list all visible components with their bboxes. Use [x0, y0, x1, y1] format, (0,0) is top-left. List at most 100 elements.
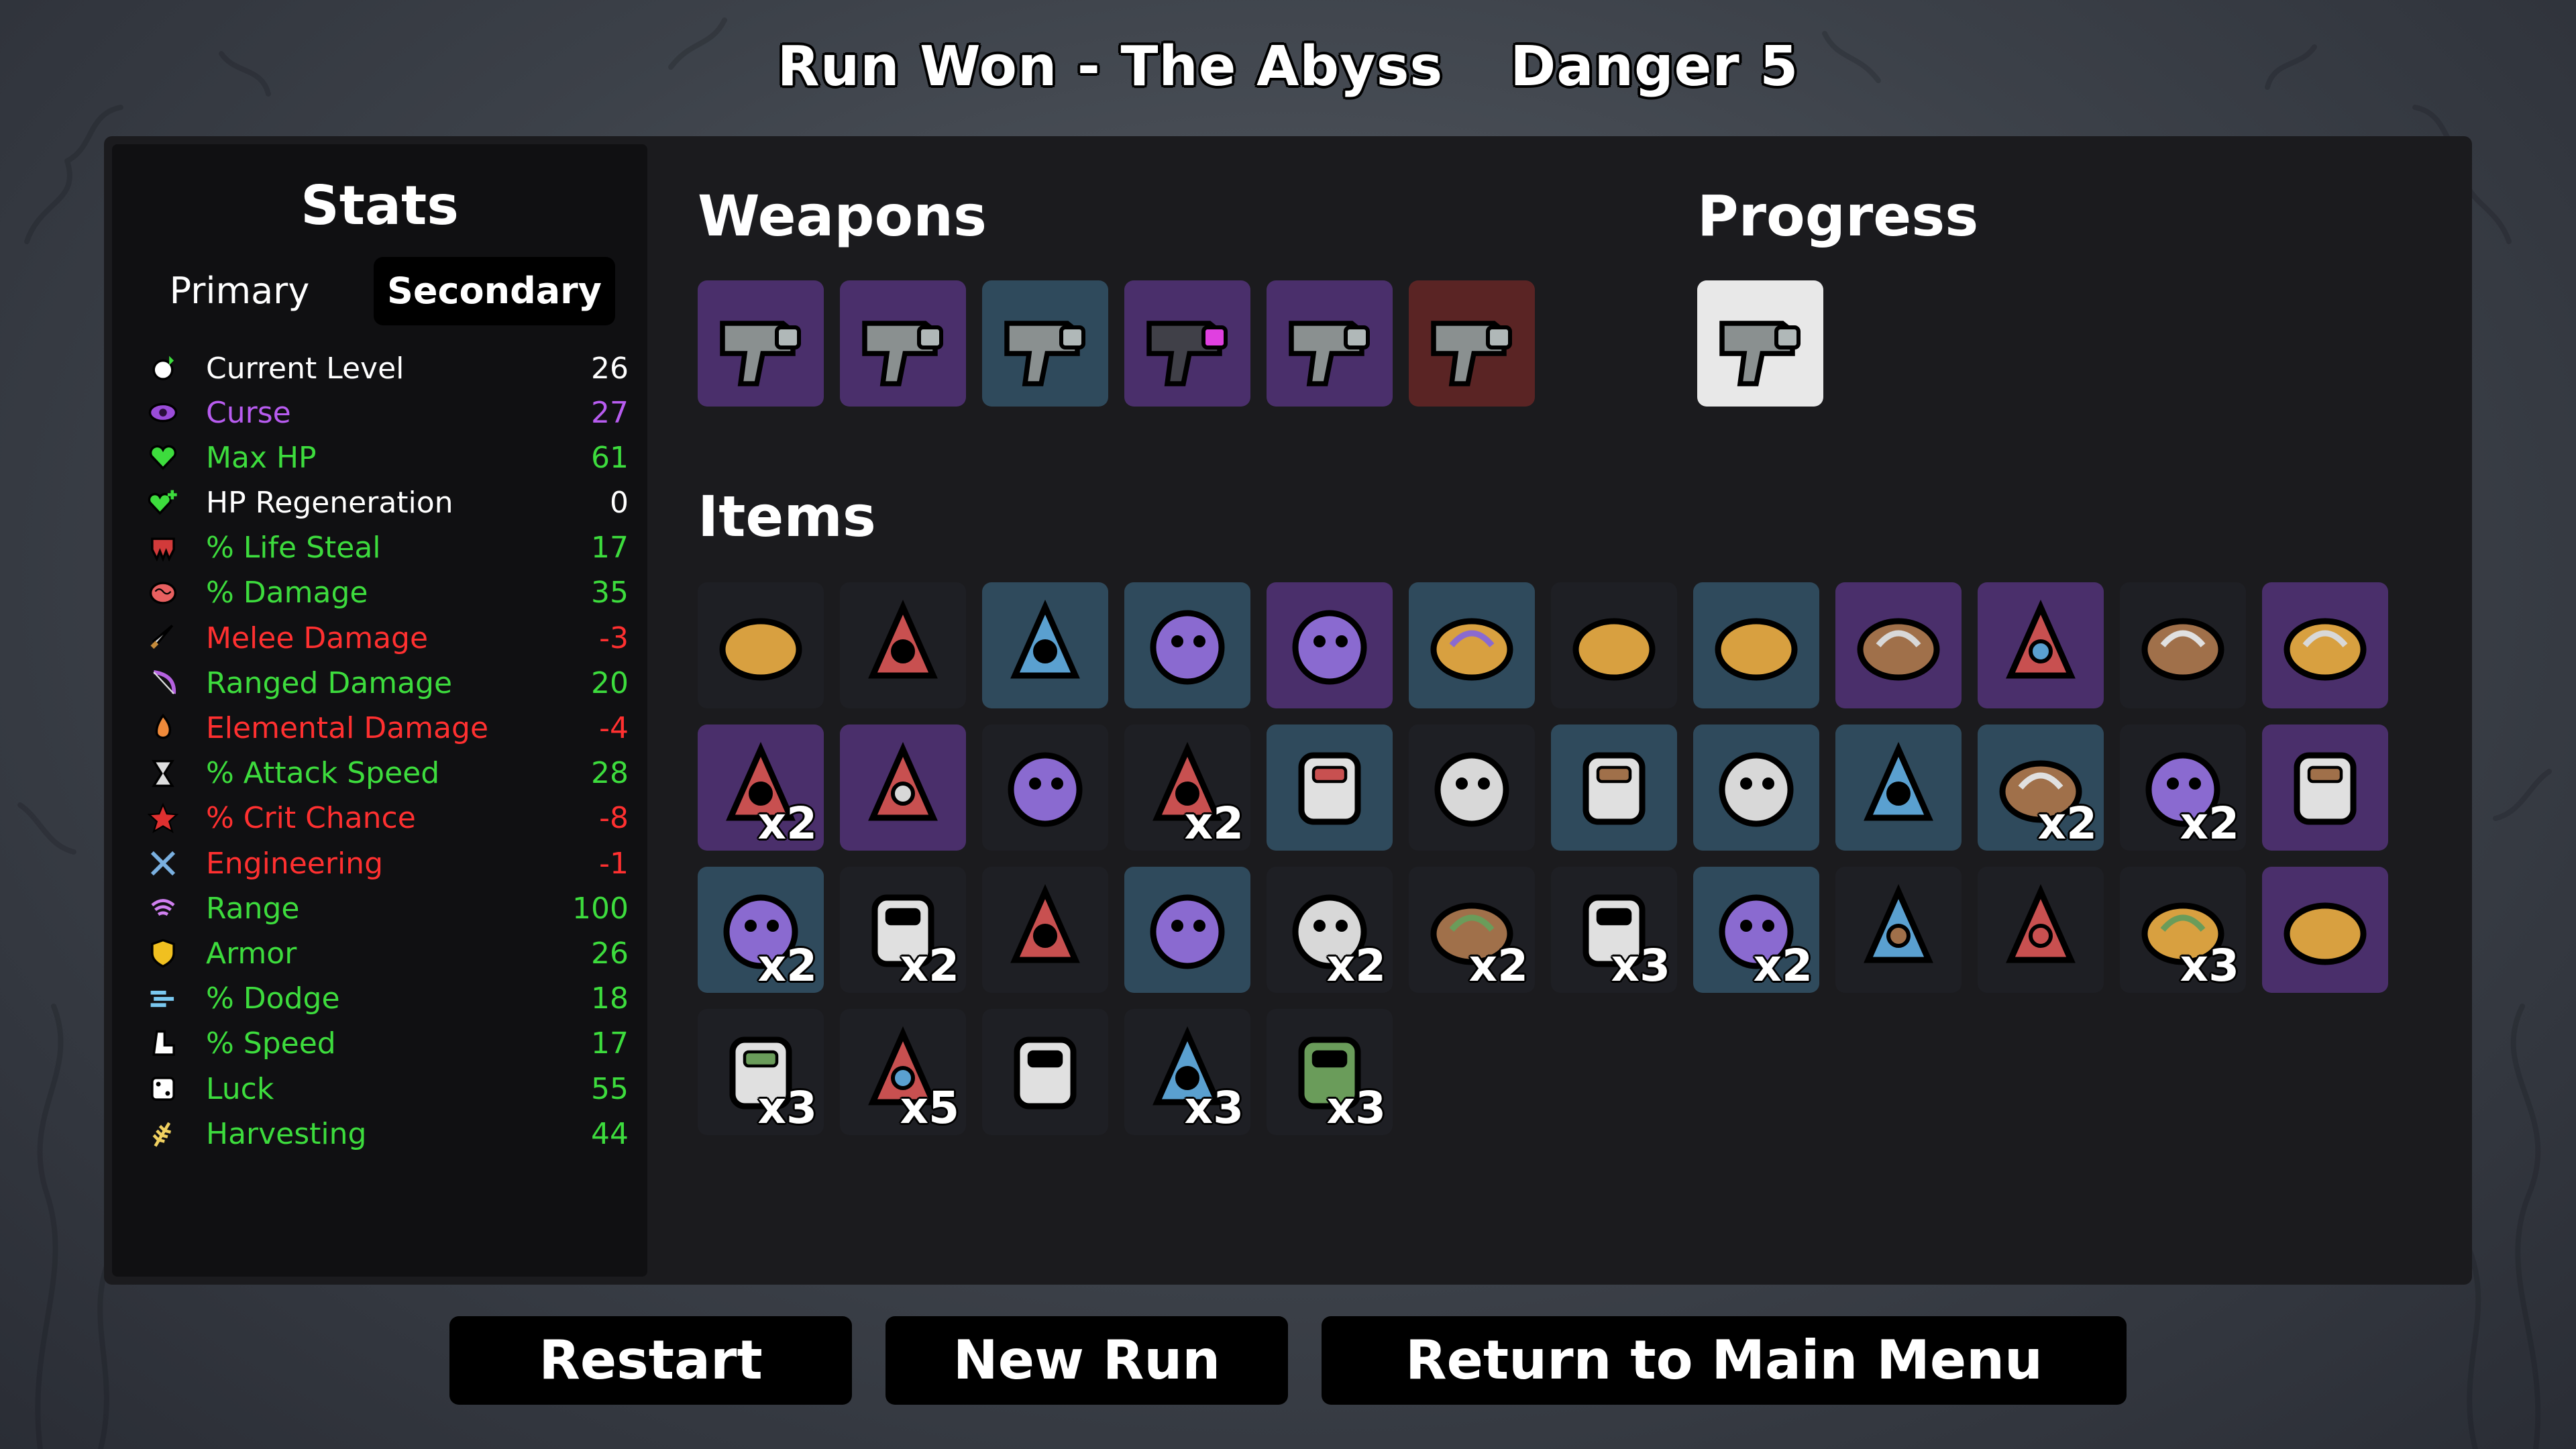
- item-slot[interactable]: [982, 724, 1108, 851]
- progress-slot[interactable]: [1697, 280, 1823, 407]
- scarf-icon: [853, 737, 953, 838]
- cracked-mirror-icon: [2275, 879, 2375, 980]
- item-slot[interactable]: [2262, 582, 2388, 708]
- weapon-slot[interactable]: [1409, 280, 1535, 407]
- item-slot[interactable]: [1124, 867, 1250, 993]
- item-slot[interactable]: x5: [840, 1009, 966, 1135]
- main-menu-button[interactable]: Return to Main Menu: [1322, 1316, 2127, 1405]
- stat-row[interactable]: Engineering -1: [146, 842, 629, 885]
- item-slot[interactable]: x2: [1409, 867, 1535, 993]
- wrench-icon: [146, 846, 180, 881]
- item-slot[interactable]: [698, 582, 824, 708]
- stat-label: % Dodge: [206, 981, 340, 1016]
- item-slot[interactable]: x2: [840, 867, 966, 993]
- item-slot[interactable]: [1551, 582, 1677, 708]
- weapon-slot[interactable]: [1124, 280, 1250, 407]
- stat-row[interactable]: Harvesting 44: [146, 1112, 629, 1155]
- leather-armor-icon: [1706, 595, 1807, 696]
- item-slot[interactable]: [1267, 582, 1393, 708]
- item-slot[interactable]: [982, 1009, 1108, 1135]
- weapon-slot[interactable]: [840, 280, 966, 407]
- run-result-header: Run Won - The Abyss Danger 5: [0, 35, 2576, 99]
- flashlight-icon: [1706, 737, 1807, 838]
- item-slot[interactable]: [982, 582, 1108, 708]
- stat-label: Ranged Damage: [206, 665, 453, 700]
- stat-label: % Attack Speed: [206, 756, 440, 791]
- stat-row[interactable]: Range 100: [146, 887, 629, 930]
- stat-row[interactable]: Melee Damage -3: [146, 616, 629, 659]
- level-up-icon: [146, 351, 180, 386]
- stat-row[interactable]: Elemental Damage -4: [146, 706, 629, 749]
- item-slot[interactable]: [1409, 724, 1535, 851]
- stat-row[interactable]: Ranged Damage 20: [146, 661, 629, 704]
- weapon-slot[interactable]: [1267, 280, 1393, 407]
- stat-row[interactable]: % Speed 17: [146, 1022, 629, 1065]
- stat-row[interactable]: % Damage 35: [146, 572, 629, 614]
- item-slot[interactable]: [2262, 724, 2388, 851]
- stat-row[interactable]: Current Level 26: [146, 347, 629, 390]
- item-quantity: x3: [1184, 1082, 1244, 1134]
- item-slot[interactable]: [1124, 582, 1250, 708]
- stat-row[interactable]: % Dodge 18: [146, 977, 629, 1020]
- stat-row[interactable]: % Attack Speed 28: [146, 752, 629, 795]
- new-run-button[interactable]: New Run: [885, 1316, 1288, 1405]
- weapon-slot[interactable]: [698, 280, 824, 407]
- item-slot[interactable]: [2120, 582, 2246, 708]
- item-slot[interactable]: [840, 582, 966, 708]
- item-slot[interactable]: x3: [2120, 867, 2246, 993]
- stat-value: 18: [591, 981, 629, 1016]
- stat-row[interactable]: % Life Steal 17: [146, 527, 629, 570]
- stat-row[interactable]: Armor 26: [146, 932, 629, 975]
- item-slot[interactable]: x3: [698, 1009, 824, 1135]
- tab-secondary[interactable]: Secondary: [374, 257, 615, 325]
- stat-row[interactable]: Curse 27: [146, 391, 629, 434]
- item-slot[interactable]: [2262, 867, 2388, 993]
- stat-row[interactable]: Max HP 61: [146, 436, 629, 479]
- restart-button[interactable]: Restart: [449, 1316, 852, 1405]
- item-slot[interactable]: [1835, 582, 1962, 708]
- item-slot[interactable]: [840, 724, 966, 851]
- stat-row[interactable]: HP Regeneration 0: [146, 481, 629, 524]
- item-slot[interactable]: x2: [698, 724, 824, 851]
- item-slot[interactable]: x2: [1267, 867, 1393, 993]
- weapon-slot[interactable]: [982, 280, 1108, 407]
- stat-value: -4: [599, 710, 629, 745]
- item-slot[interactable]: [1267, 724, 1393, 851]
- stat-label: HP Regeneration: [206, 485, 453, 520]
- item-slot[interactable]: [1551, 724, 1677, 851]
- item-quantity: x2: [2180, 798, 2240, 849]
- crit-star-icon: [146, 801, 180, 836]
- cauldron-icon: [1137, 879, 1238, 980]
- weapons-title: Weapons: [698, 183, 987, 249]
- hourglass-icon: [146, 756, 180, 791]
- item-slot[interactable]: x3: [1267, 1009, 1393, 1135]
- stat-value: 28: [591, 756, 629, 791]
- item-slot[interactable]: [1693, 582, 1819, 708]
- blaster-gun-icon: [995, 293, 1095, 394]
- stat-value: 0: [610, 485, 629, 520]
- item-slot[interactable]: x3: [1124, 1009, 1250, 1135]
- item-quantity: x2: [1326, 940, 1387, 991]
- ketchup-bottle-icon: [1848, 737, 1949, 838]
- item-slot[interactable]: x3: [1551, 867, 1677, 993]
- item-slot[interactable]: x2: [1124, 724, 1250, 851]
- item-slot[interactable]: x2: [2120, 724, 2246, 851]
- stat-row[interactable]: % Crit Chance -8: [146, 797, 629, 840]
- stat-label: Engineering: [206, 846, 383, 881]
- item-slot[interactable]: x2: [698, 867, 824, 993]
- item-slot[interactable]: x2: [1978, 724, 2104, 851]
- item-slot[interactable]: x2: [1693, 867, 1819, 993]
- flame-icon: [146, 710, 180, 745]
- item-slot[interactable]: [982, 867, 1108, 993]
- stat-row[interactable]: Luck 55: [146, 1067, 629, 1110]
- items-title: Items: [698, 484, 876, 549]
- item-slot[interactable]: [1835, 867, 1962, 993]
- item-slot[interactable]: [1835, 724, 1962, 851]
- item-slot[interactable]: [1409, 582, 1535, 708]
- blaster-gun-icon: [1421, 293, 1522, 394]
- tab-primary[interactable]: Primary: [152, 257, 327, 325]
- item-slot[interactable]: [1978, 582, 2104, 708]
- item-slot[interactable]: [1978, 867, 2104, 993]
- item-slot[interactable]: [1693, 724, 1819, 851]
- run-result-title: Run Won - The Abyss: [777, 35, 1444, 99]
